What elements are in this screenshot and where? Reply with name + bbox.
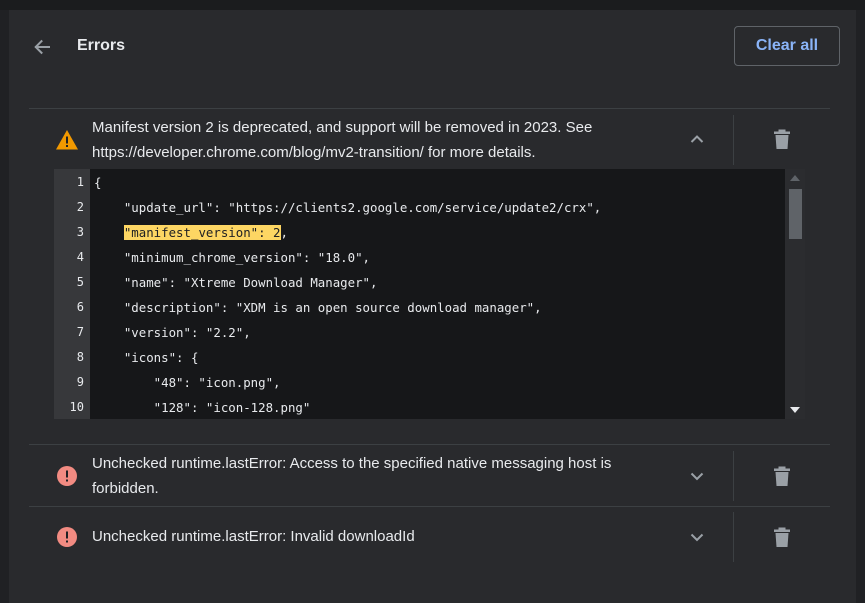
code-scrollbar[interactable] bbox=[785, 169, 805, 419]
line-number: 8 bbox=[76, 350, 84, 364]
error-message: Unchecked runtime.lastError: Access to t… bbox=[92, 455, 612, 497]
expand-button[interactable] bbox=[685, 525, 709, 549]
code-text: "description": "XDM is an open source do… bbox=[94, 300, 542, 315]
trash-icon bbox=[774, 527, 790, 547]
code-line: { bbox=[94, 175, 101, 190]
error-item-native-messaging: Unchecked runtime.lastError: Access to t… bbox=[29, 444, 830, 506]
code-text: "128": "icon-128.png" bbox=[94, 400, 311, 415]
arrow-back-icon bbox=[34, 39, 50, 55]
highlighted-code: "manifest_version": 2 bbox=[123, 225, 281, 240]
error-message: Unchecked runtime.lastError: Invalid dow… bbox=[92, 528, 415, 545]
scroll-down-arrow-icon[interactable] bbox=[790, 407, 800, 413]
code-viewer[interactable]: 1 {2 "update_url": "https://clients2.goog… bbox=[54, 169, 805, 419]
code-text: "name": "Xtreme Download Manager", bbox=[94, 275, 378, 290]
line-number: 4 bbox=[76, 250, 84, 264]
scroll-up-arrow-icon[interactable] bbox=[790, 175, 800, 181]
expand-button[interactable] bbox=[685, 464, 709, 488]
error-icon bbox=[55, 525, 79, 549]
line-number: 6 bbox=[76, 300, 84, 314]
errors-panel: Errors Clear all Manifest version 2 is d… bbox=[9, 10, 856, 603]
code-line: "manifest_version": 2, bbox=[94, 225, 288, 240]
code-text: "version": "2.2", bbox=[94, 325, 251, 340]
code-text: "48": "icon.png", bbox=[94, 375, 281, 390]
chevron-down-icon bbox=[690, 533, 704, 542]
line-number: 9 bbox=[76, 375, 84, 389]
code-line: "version": "2.2", bbox=[94, 325, 251, 340]
page-title: Errors bbox=[77, 37, 126, 54]
warning-icon bbox=[55, 128, 79, 152]
line-number: 10 bbox=[69, 400, 84, 414]
error-icon bbox=[55, 464, 79, 488]
divider bbox=[733, 115, 734, 165]
line-number: 2 bbox=[76, 200, 84, 214]
delete-button[interactable] bbox=[771, 525, 793, 549]
collapse-button[interactable] bbox=[685, 127, 709, 151]
code-line: "description": "XDM is an open source do… bbox=[94, 300, 542, 315]
code-line: "icons": { bbox=[94, 350, 199, 365]
error-message: Manifest version 2 is deprecated, and su… bbox=[92, 119, 593, 161]
code-text: "icons": { bbox=[94, 350, 199, 365]
line-number: 7 bbox=[76, 325, 84, 339]
code-text: , bbox=[280, 225, 288, 240]
line-number: 5 bbox=[76, 275, 84, 289]
code-line: "update_url": "https://clients2.google.c… bbox=[94, 200, 601, 215]
divider bbox=[733, 451, 734, 501]
chevron-down-icon bbox=[690, 472, 704, 481]
code-text: "update_url": "https://clients2.google.c… bbox=[94, 200, 602, 215]
error-item-manifest: Manifest version 2 is deprecated, and su… bbox=[29, 108, 830, 444]
code-line: "name": "Xtreme Download Manager", bbox=[94, 275, 378, 290]
error-item-invalid-download: Unchecked runtime.lastError: Invalid dow… bbox=[29, 506, 830, 566]
chevron-up-icon bbox=[690, 135, 704, 143]
code-text: { bbox=[94, 175, 102, 190]
code-line: "minimum_chrome_version": "18.0", bbox=[94, 250, 370, 265]
code-line: "48": "icon.png", bbox=[94, 375, 281, 390]
line-number: 1 bbox=[76, 175, 84, 189]
trash-icon bbox=[774, 466, 790, 486]
delete-button[interactable] bbox=[771, 127, 793, 151]
line-number: 3 bbox=[76, 225, 84, 239]
code-line: "128": "icon-128.png" bbox=[94, 400, 311, 415]
trash-icon bbox=[774, 129, 790, 149]
code-text: "minimum_chrome_version": "18.0", bbox=[94, 250, 371, 265]
scrollbar-thumb[interactable] bbox=[789, 189, 802, 239]
clear-all-button[interactable]: Clear all bbox=[734, 26, 840, 66]
divider bbox=[733, 512, 734, 562]
back-button[interactable] bbox=[29, 34, 55, 60]
errors-header: Errors Clear all bbox=[9, 10, 856, 82]
window-top-strip bbox=[0, 0, 865, 10]
delete-button[interactable] bbox=[771, 464, 793, 488]
